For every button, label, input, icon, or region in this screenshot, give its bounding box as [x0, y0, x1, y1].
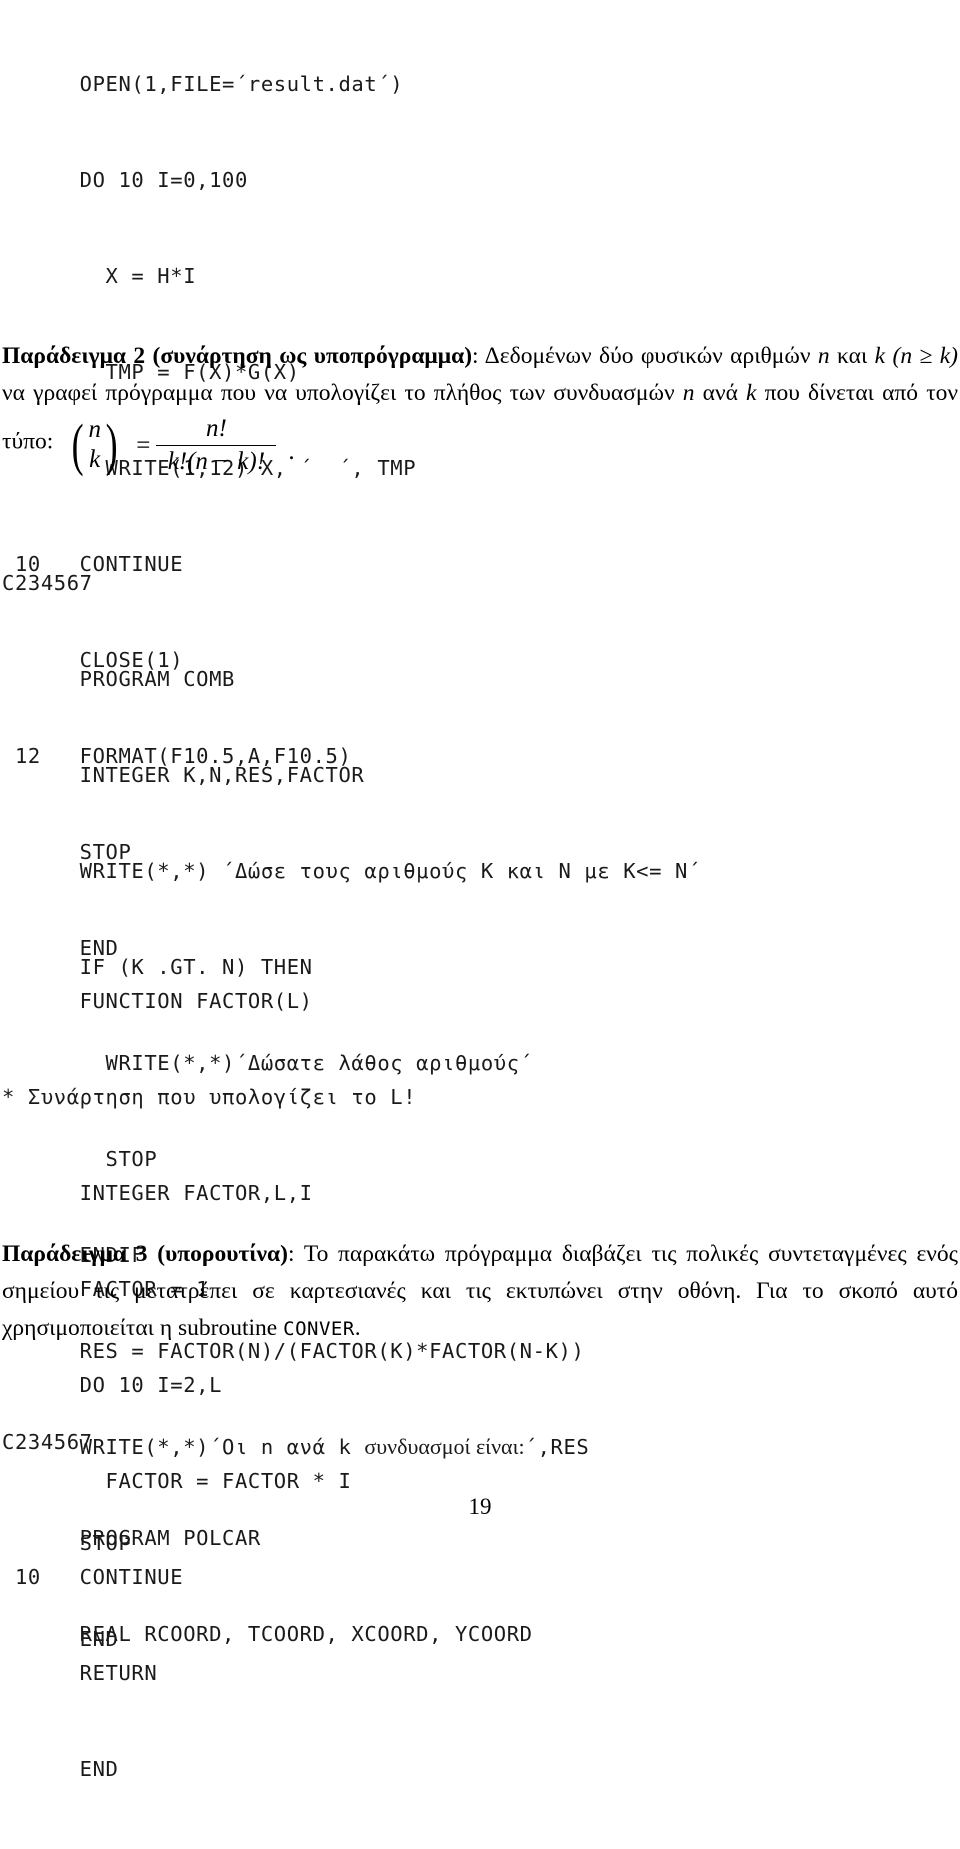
example-2-var-n: n [817, 343, 830, 369]
code-block-polcar: C234567 PROGRAM POLCAR REAL RCOORD, TCOO… [2, 1362, 762, 1714]
code-line: REAL RCOORD, TCOORD, XCOORD, YCOORD [2, 1622, 533, 1646]
example-2-var-k-2: k [746, 380, 757, 406]
code-line: WRITE(*,*) ´Δώσε τους αριθμούς Κ και Ν μ… [2, 859, 701, 883]
code-line: X = H*I [2, 264, 197, 288]
page-number: 19 [468, 1494, 492, 1519]
paragraph-example-3: Παράδειγμα 3 (υπορουτίνα): Το παρακάτω π… [2, 1236, 958, 1348]
binomial-symbol: ( n k ) [59, 415, 130, 476]
example-2-colon: : [472, 343, 485, 369]
code-line: INTEGER K,N,RES,FACTOR [2, 763, 365, 787]
example-3-text-2: . [354, 1315, 361, 1341]
right-paren-glyph: ) [105, 412, 118, 477]
formula-period: . [288, 438, 295, 465]
code-line: PROGRAM POLCAR [2, 1526, 261, 1550]
example-2-var-k-condition: k (n ≥ k) [874, 343, 958, 369]
paragraph-example-2: Παράδειγμα 2 (συνάρτηση ως υποπρόγραμμα)… [2, 338, 958, 476]
example-2-text-3: να γραφεί πρόγραμμα που να υπολογίζει το… [2, 380, 683, 406]
example-2-text-2: και [829, 343, 875, 369]
example-3-subroutine-name: CONVER [283, 1318, 355, 1340]
code-line: END [2, 1757, 119, 1781]
code-line: PROGRAM COMB [2, 667, 235, 691]
code-header-column-ruler: C234567 [2, 571, 93, 595]
code-line: DO 10 I=0,100 [2, 168, 248, 192]
code-line: FUNCTION FACTOR(L) [2, 989, 313, 1013]
code-header-column-ruler: C234567 [2, 1430, 93, 1454]
code-line: INTEGER FACTOR,L,I [2, 1181, 313, 1205]
factorial-fraction: n! k!(n − k)! [156, 414, 277, 476]
example-3-colon: : [287, 1241, 304, 1267]
example-2-text-1: Δεδομένων δύο φυσικών αριθμών [484, 343, 818, 369]
example-2-var-n-2: n [682, 380, 695, 406]
fraction-denominator: k!(n − k)! [167, 447, 266, 475]
code-line-comment: * Συνάρτηση που υπολογίζει το L! [2, 1085, 417, 1109]
equals-sign: = [136, 431, 151, 459]
binomial-stack: n k [87, 415, 102, 476]
example-2-label: Παράδειγμα 2 (συνάρτηση ως υποπρόγραμμα) [2, 343, 473, 369]
binomial-k: k [89, 446, 101, 473]
code-line: OPEN(1,FILE=´result.dat´) [2, 72, 404, 96]
binomial-coefficient-formula: ( n k ) = n! k!(n − k)! . [59, 414, 295, 476]
document-page: OPEN(1,FILE=´result.dat´) DO 10 I=0,100 … [0, 0, 960, 1781]
left-paren-glyph: ( [71, 412, 84, 477]
binomial-n: n [88, 415, 101, 443]
fraction-numerator: n! [205, 415, 227, 442]
example-3-label: Παράδειγμα 3 (υπορουτίνα) [2, 1241, 288, 1267]
example-2-text-4: ανά [694, 380, 747, 406]
